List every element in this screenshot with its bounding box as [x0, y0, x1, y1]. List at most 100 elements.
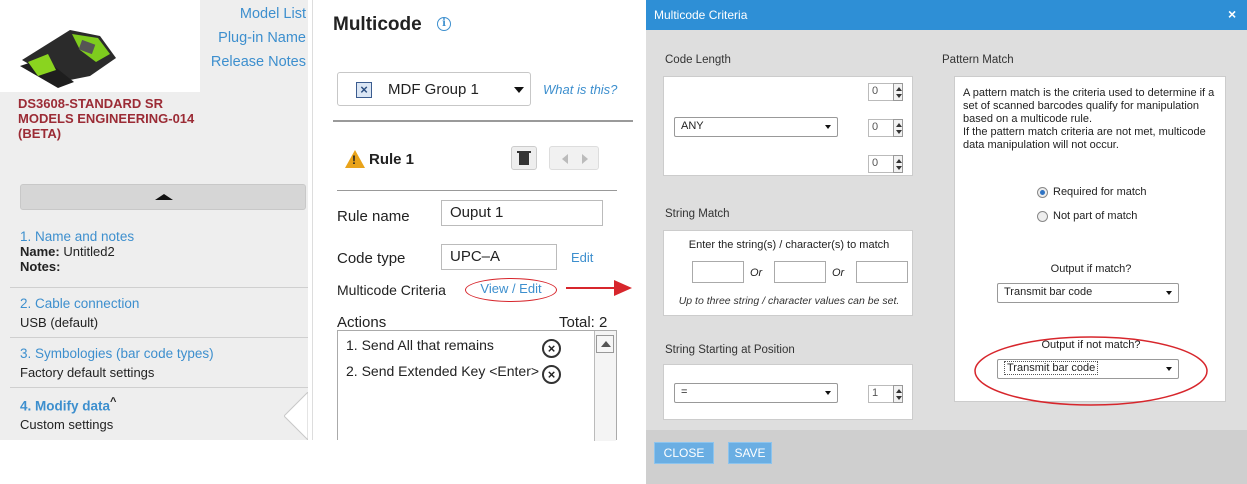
string-starting-box: = 1: [663, 364, 913, 420]
divider: [333, 120, 633, 122]
string-starting-select[interactable]: =: [674, 383, 838, 403]
code-length-label: Code Length: [665, 54, 731, 66]
collapse-button[interactable]: [20, 184, 306, 210]
name-value: Untitled2: [63, 244, 115, 259]
string-starting-select-value: =: [681, 386, 688, 398]
pattern-desc-2: If the pattern match criteria are not me…: [963, 126, 1206, 151]
actions-list: 1. Send All that remains × 2. Send Exten…: [337, 330, 617, 441]
annotation-arrow: [566, 280, 632, 296]
close-icon[interactable]: ×: [1228, 6, 1236, 22]
output-if-match-select[interactable]: Transmit bar code: [997, 283, 1179, 303]
step-title[interactable]: 3. Symbologies (bar code types): [20, 346, 308, 361]
remove-action-icon[interactable]: ×: [542, 339, 561, 358]
plugin-name-link[interactable]: Plug-in Name: [218, 30, 306, 46]
scanner-image: [0, 0, 200, 92]
code-type-input[interactable]: UPC–A: [441, 244, 557, 270]
divider: [337, 190, 617, 191]
pattern-match-label: Pattern Match: [942, 54, 1014, 66]
dialog-title: Multicode Criteria: [654, 8, 748, 22]
code-length-spinner-2[interactable]: 0: [868, 119, 894, 137]
scanner-icon: [20, 30, 116, 88]
code-length-spinner-1[interactable]: 0: [868, 83, 894, 101]
step-title[interactable]: 4. Modify data: [20, 399, 110, 414]
name-label: Name:: [20, 244, 60, 259]
string-starting-label: String Starting at Position: [665, 344, 795, 356]
code-type-label: Code type: [337, 250, 406, 267]
page-title: Multicode: [333, 14, 422, 35]
not-part-of-match-radio[interactable]: [1037, 211, 1048, 222]
what-is-this-link[interactable]: What is this?: [543, 82, 617, 97]
dialog-footer: CLOSE SAVE: [646, 430, 1247, 484]
spinner-arrows-icon[interactable]: [893, 155, 903, 173]
or-label: Or: [832, 267, 845, 279]
model-list-link[interactable]: Model List: [240, 6, 306, 22]
rule-name-input[interactable]: Ouput 1: [441, 200, 603, 226]
step-name-and-notes[interactable]: 1. Name and notes Name: Untitled2 Notes:: [10, 226, 308, 288]
string-match-input-2[interactable]: [774, 261, 826, 283]
close-icon[interactable]: ×: [356, 82, 372, 98]
string-starting-spinner[interactable]: 1: [868, 385, 894, 403]
warning-icon-mark: !: [352, 153, 356, 167]
string-match-box: Enter the string(s) / character(s) to ma…: [663, 230, 913, 316]
multicode-criteria-label: Multicode Criteria: [337, 282, 446, 298]
multicode-criteria-dialog: Multicode Criteria × Code Length ANY 0 0…: [646, 0, 1247, 484]
close-button[interactable]: CLOSE: [654, 442, 714, 464]
pattern-match-description: A pattern match is the criteria used to …: [963, 87, 1221, 152]
rule-navigation: [549, 146, 599, 170]
multicode-panel: Multicode i × MDF Group 1 What is this? …: [312, 0, 644, 441]
notes-label: Notes:: [20, 259, 61, 274]
step-modify-data[interactable]: 4. Modify data^ Custom settings: [10, 388, 308, 440]
output-if-match-label: Output if match?: [1050, 263, 1132, 275]
chevron-down-icon: [825, 125, 831, 129]
chevron-down-icon: [1166, 291, 1172, 295]
left-panel: Model List Plug-in Name Release Notes DS…: [0, 0, 308, 440]
next-rule-icon[interactable]: [582, 154, 588, 164]
or-label: Or: [750, 267, 763, 279]
step-title[interactable]: 2. Cable connection: [20, 296, 308, 311]
not-part-of-match-label: Not part of match: [1053, 210, 1138, 222]
step-cable-connection[interactable]: 2. Cable connection USB (default): [10, 288, 308, 338]
release-notes-link[interactable]: Release Notes: [211, 54, 306, 70]
step-caret: ^: [110, 396, 117, 408]
string-match-input-1[interactable]: [692, 261, 744, 283]
code-length-select-value: ANY: [681, 120, 704, 132]
string-match-input-3[interactable]: [856, 261, 908, 283]
string-match-note: Up to three string / character values ca…: [678, 295, 900, 307]
spinner-arrows-icon[interactable]: [893, 385, 903, 403]
list-item[interactable]: 2. Send Extended Key <Enter>: [346, 363, 539, 379]
rule-title: Rule 1: [369, 151, 415, 168]
previous-rule-icon[interactable]: [562, 154, 568, 164]
info-icon[interactable]: i: [437, 17, 451, 31]
code-length-box: ANY 0 0 0: [663, 76, 913, 176]
group-select-value: MDF Group 1: [388, 81, 479, 98]
string-match-label: String Match: [665, 208, 730, 220]
code-length-select[interactable]: ANY: [674, 117, 838, 137]
edit-code-type-link[interactable]: Edit: [571, 250, 593, 265]
annotation-ellipse: [974, 336, 1208, 406]
scroll-up-button[interactable]: [596, 335, 614, 353]
step-title[interactable]: 1. Name and notes: [20, 229, 308, 244]
required-for-match-label: Required for match: [1053, 186, 1147, 198]
step-value: Custom settings: [20, 416, 114, 432]
list-item[interactable]: 1. Send All that remains: [346, 337, 494, 353]
required-for-match-radio[interactable]: [1037, 187, 1048, 198]
remove-action-icon[interactable]: ×: [542, 365, 561, 384]
chevron-down-icon: [825, 391, 831, 395]
actions-total: Total: 2: [559, 314, 608, 331]
view-edit-link[interactable]: View / Edit: [465, 278, 557, 302]
actions-label: Actions: [337, 314, 387, 331]
chevron-up-icon: [155, 194, 173, 200]
save-button[interactable]: SAVE: [728, 442, 772, 464]
group-select[interactable]: × MDF Group 1: [337, 72, 531, 106]
chevron-down-icon: [514, 87, 524, 93]
spinner-arrows-icon[interactable]: [893, 119, 903, 137]
step-value: Factory default settings: [20, 365, 155, 380]
step-symbologies[interactable]: 3. Symbologies (bar code types) Factory …: [10, 338, 308, 388]
string-match-instruction: Enter the string(s) / character(s) to ma…: [688, 239, 890, 251]
chevron-up-icon: [601, 341, 611, 347]
delete-button[interactable]: [511, 146, 537, 170]
code-length-spinner-3[interactable]: 0: [868, 155, 894, 173]
trash-icon-body: [519, 153, 529, 165]
device-name: DS3608-STANDARD SR MODELS ENGINEERING-01…: [18, 96, 195, 141]
spinner-arrows-icon[interactable]: [893, 83, 903, 101]
